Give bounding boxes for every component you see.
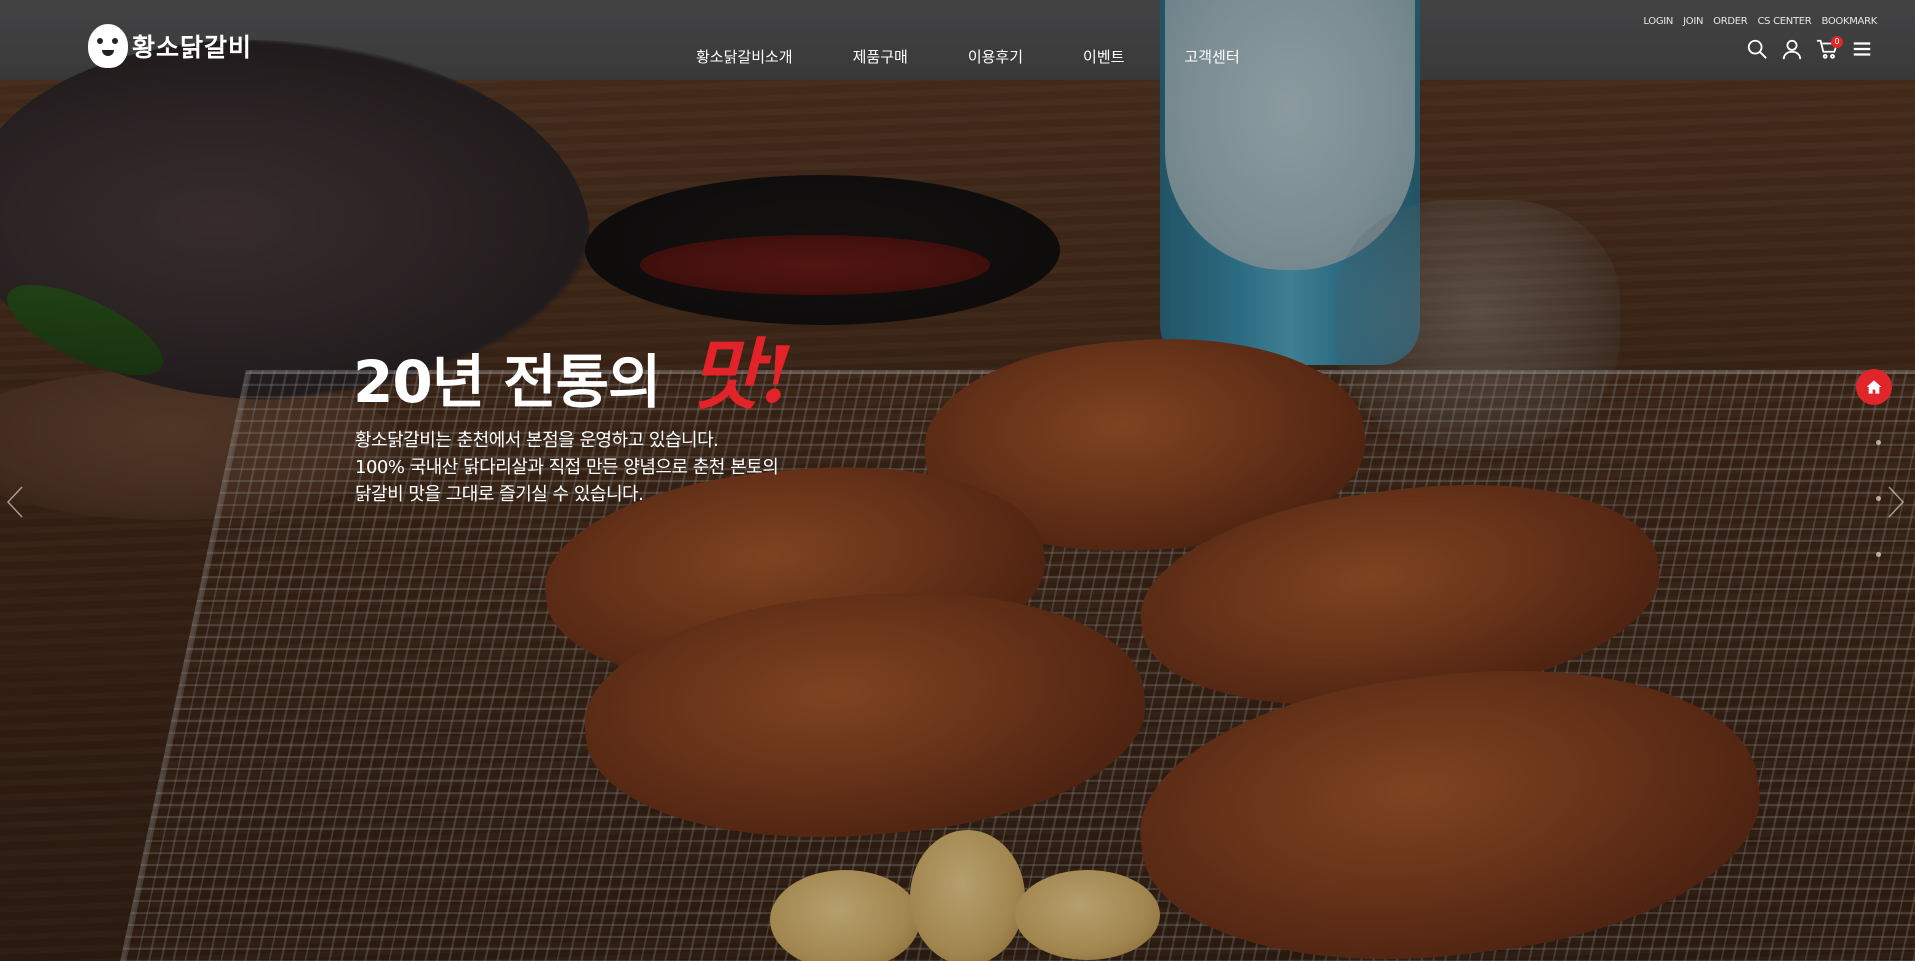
site-logo[interactable]: 황소닭갈비	[88, 24, 252, 68]
header-tools: 0	[1746, 36, 1873, 60]
main-navigation: 황소닭갈비소개 제품구매 이용후기 이벤트 고객센터	[696, 46, 1240, 67]
cart-count-badge: 0	[1831, 36, 1843, 48]
nav-item-reviews[interactable]: 이용후기	[968, 46, 1023, 67]
login-link[interactable]: LOGIN	[1643, 16, 1673, 27]
join-link[interactable]: JOIN	[1683, 16, 1703, 27]
cs-center-link[interactable]: CS CENTER	[1757, 16, 1811, 27]
headline-main: 20년 전통의	[353, 348, 661, 416]
home-button[interactable]	[1856, 369, 1892, 405]
hero-banner: 황소닭갈비 황소닭갈비소개 제품구매 이용후기 이벤트 고객센터 LOGIN J…	[0, 0, 1915, 961]
slide-dot[interactable]	[1876, 440, 1881, 445]
hero-description: 황소닭갈비는 춘천에서 본점을 운영하고 있습니다. 100% 국내산 닭다리살…	[355, 427, 779, 508]
slide-dot[interactable]	[1876, 496, 1881, 501]
user-icon[interactable]	[1781, 38, 1803, 60]
description-line: 100% 국내산 닭다리살과 직접 만든 양념으로 춘천 본토의	[355, 457, 779, 478]
hamburger-menu-icon[interactable]	[1851, 38, 1873, 60]
logo-text: 황소닭갈비	[132, 33, 253, 62]
bookmark-link[interactable]: BOOKMARK	[1821, 16, 1877, 27]
nav-item-customer-center[interactable]: 고객센터	[1184, 46, 1239, 67]
next-slide-arrow-icon[interactable]	[1887, 485, 1905, 519]
nav-item-about[interactable]: 황소닭갈비소개	[696, 46, 793, 67]
nav-item-shop[interactable]: 제품구매	[853, 46, 908, 67]
utility-links: LOGIN JOIN ORDER CS CENTER BOOKMARK	[1643, 16, 1877, 27]
slide-dot[interactable]	[1876, 552, 1881, 557]
nav-item-events[interactable]: 이벤트	[1083, 46, 1124, 67]
description-line: 닭갈비 맛을 그대로 즐기실 수 있습니다.	[355, 484, 644, 505]
description-line: 황소닭갈비는 춘천에서 본점을 운영하고 있습니다.	[355, 430, 719, 451]
prev-slide-arrow-icon[interactable]	[6, 485, 24, 519]
cart-icon[interactable]: 0	[1816, 36, 1843, 60]
image-overlay	[0, 0, 1915, 961]
headline-accent: 맛!	[689, 330, 795, 421]
hero-headline: 20년 전통의 맛!	[353, 313, 795, 425]
slide-indicators	[1876, 440, 1881, 557]
home-icon	[1866, 380, 1882, 394]
search-icon[interactable]	[1746, 38, 1768, 60]
order-link[interactable]: ORDER	[1713, 16, 1748, 27]
bull-mascot-icon	[88, 24, 128, 68]
